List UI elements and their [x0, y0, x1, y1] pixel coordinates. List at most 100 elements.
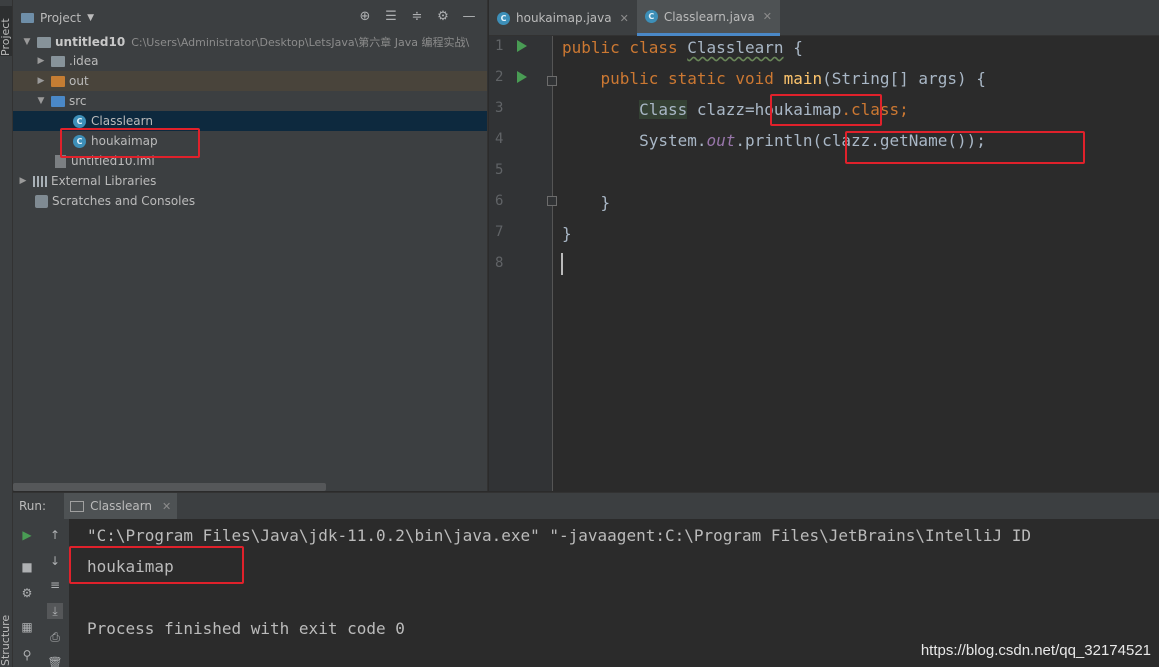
chevron-down-icon[interactable]: ▼ [87, 13, 94, 23]
stop-icon[interactable]: ■ [19, 559, 35, 575]
annotation-box-houkaimap-code [770, 94, 882, 126]
annotation-box-getname-call [845, 131, 1085, 164]
line-number: 3 [495, 100, 504, 116]
rerun-icon[interactable]: ▶ [19, 527, 35, 543]
scroll-up-icon[interactable]: ↑ [47, 527, 63, 543]
scroll-to-end-icon[interactable]: ⤓ [47, 603, 63, 619]
excluded-folder-icon [51, 75, 65, 87]
line-number: 5 [495, 162, 504, 178]
gear-icon[interactable]: ⚙ [435, 9, 451, 25]
chevron-right-icon[interactable]: ▶ [17, 176, 29, 186]
close-icon[interactable]: ✕ [763, 10, 772, 23]
hide-icon[interactable]: — [461, 9, 477, 25]
run-tab-classlearn[interactable]: Classlearn ✕ [64, 493, 178, 519]
tree-item-label: External Libraries [51, 174, 157, 188]
code-line-1[interactable]: public class Classlearn { [562, 37, 803, 59]
line-number: 2 [495, 69, 504, 85]
fold-icon[interactable] [547, 76, 557, 86]
chevron-down-icon[interactable]: ▼ [21, 37, 33, 47]
close-icon[interactable]: ✕ [620, 12, 629, 25]
soft-wrap-icon[interactable]: ≡ [47, 577, 63, 593]
tree-item-label: .idea [69, 54, 99, 68]
horizontal-scrollbar[interactable] [13, 483, 326, 491]
scratches-icon [35, 194, 48, 208]
project-panel: Project ▼ ⊕ ☰ ≑ ⚙ — ▼ untitled10 C:\User… [13, 0, 488, 491]
tree-item-scratches[interactable]: Scratches and Consoles [13, 191, 487, 211]
line-number: 1 [495, 38, 504, 54]
folder-icon [51, 55, 65, 67]
tree-item-idea[interactable]: ▶ .idea [13, 51, 487, 71]
annotation-box-houkaimap-tree [60, 128, 200, 158]
fold-icon[interactable] [547, 196, 557, 206]
keyword: public static void [600, 69, 784, 88]
code-editor: C houkaimap.java ✕ C Classlearn.java ✕ 1… [489, 0, 1159, 491]
tree-item-project-root[interactable]: ▼ untitled10 C:\Users\Administrator\Desk… [13, 32, 487, 52]
java-class-icon: C [497, 11, 510, 25]
tree-item-label: out [69, 74, 89, 88]
chevron-right-icon[interactable]: ▶ [35, 56, 47, 66]
tab-houkaimap-java[interactable]: C houkaimap.java ✕ [489, 0, 637, 36]
tree-item-label: Scratches and Consoles [52, 194, 196, 208]
print-icon[interactable]: ⎙ [47, 629, 63, 645]
module-folder-icon [37, 36, 51, 48]
code-line-6[interactable]: } [562, 192, 611, 214]
editor-gutter: 1 2 3 4 5 6 7 8 [489, 36, 557, 491]
watermark: https://blog.csdn.net/qq_32174521 [920, 642, 1151, 659]
line-number: 7 [495, 224, 504, 240]
project-panel-title[interactable]: Project [40, 11, 81, 25]
method-name: main [783, 69, 823, 88]
annotation-box-output [69, 546, 244, 584]
tree-item-src[interactable]: ▼ src [13, 91, 487, 111]
code-line-7[interactable]: } [562, 223, 572, 245]
tree-item-label: src [69, 94, 87, 108]
line-number: 8 [495, 255, 504, 271]
run-panel-header: Run: Classlearn ✕ [13, 493, 1159, 519]
tree-item-out[interactable]: ▶ out [13, 71, 487, 91]
run-tab-label: Classlearn [90, 499, 153, 513]
library-icon [33, 175, 47, 187]
locate-icon[interactable]: ⊕ [357, 9, 373, 25]
expand-all-icon[interactable]: ☰ [383, 9, 399, 25]
collapse-all-icon[interactable]: ≑ [409, 9, 425, 25]
tab-label: houkaimap.java [516, 11, 612, 25]
console-icon [70, 500, 85, 512]
pin-icon[interactable]: ⚲ [19, 647, 35, 663]
static-field: out [706, 131, 736, 150]
scroll-down-icon[interactable]: ↓ [47, 553, 63, 569]
chevron-right-icon[interactable]: ▶ [35, 76, 47, 86]
trash-icon[interactable]: 🗑 [47, 655, 63, 667]
run-label: Run: [19, 499, 47, 513]
class-name: Classlearn [687, 38, 784, 57]
java-class-icon: C [644, 10, 658, 23]
tree-item-external-libraries[interactable]: ▶ External Libraries [13, 171, 487, 191]
tab-classlearn-java[interactable]: C Classlearn.java ✕ [636, 0, 780, 36]
tab-label: Classlearn.java [663, 9, 755, 24]
type-name: Class [639, 100, 688, 119]
project-path: C:\Users\Administrator\Desktop\LetsJava\… [131, 36, 470, 49]
tree-item-label: untitled10 [55, 35, 126, 49]
left-tool-strip: Project Structure [0, 0, 13, 667]
project-tool-tab[interactable]: Project [0, 6, 12, 56]
close-icon[interactable]: ✕ [162, 500, 171, 513]
chevron-down-icon[interactable]: ▼ [35, 96, 47, 106]
console-line: Process finished with exit code 0 [87, 619, 405, 638]
java-class-icon: C [73, 114, 86, 128]
line-number: 4 [495, 131, 504, 147]
run-main-icon[interactable] [517, 71, 527, 83]
project-header-tools: ⊕ ☰ ≑ ⚙ — [357, 9, 477, 25]
project-folder-icon [21, 13, 34, 23]
code-line-2[interactable]: public static void main(String[] args) { [562, 68, 986, 90]
code-text: { [783, 38, 803, 57]
run-toolbar: ▶ ■ ⚙ ▦ ⚲ ↑ ↓ ≡ ⤓ ⎙ 🗑 [13, 519, 69, 667]
structure-tool-tab[interactable]: Structure [0, 610, 12, 666]
source-folder-icon [51, 95, 65, 107]
text-caret [561, 253, 563, 275]
restore-layout-icon[interactable]: ⚙ [19, 585, 35, 601]
run-class-icon[interactable] [517, 40, 527, 52]
project-panel-header: Project ▼ ⊕ ☰ ≑ ⚙ — [13, 0, 487, 36]
tree-item-label: Classlearn [91, 114, 153, 128]
layout-icon[interactable]: ▦ [19, 619, 35, 635]
